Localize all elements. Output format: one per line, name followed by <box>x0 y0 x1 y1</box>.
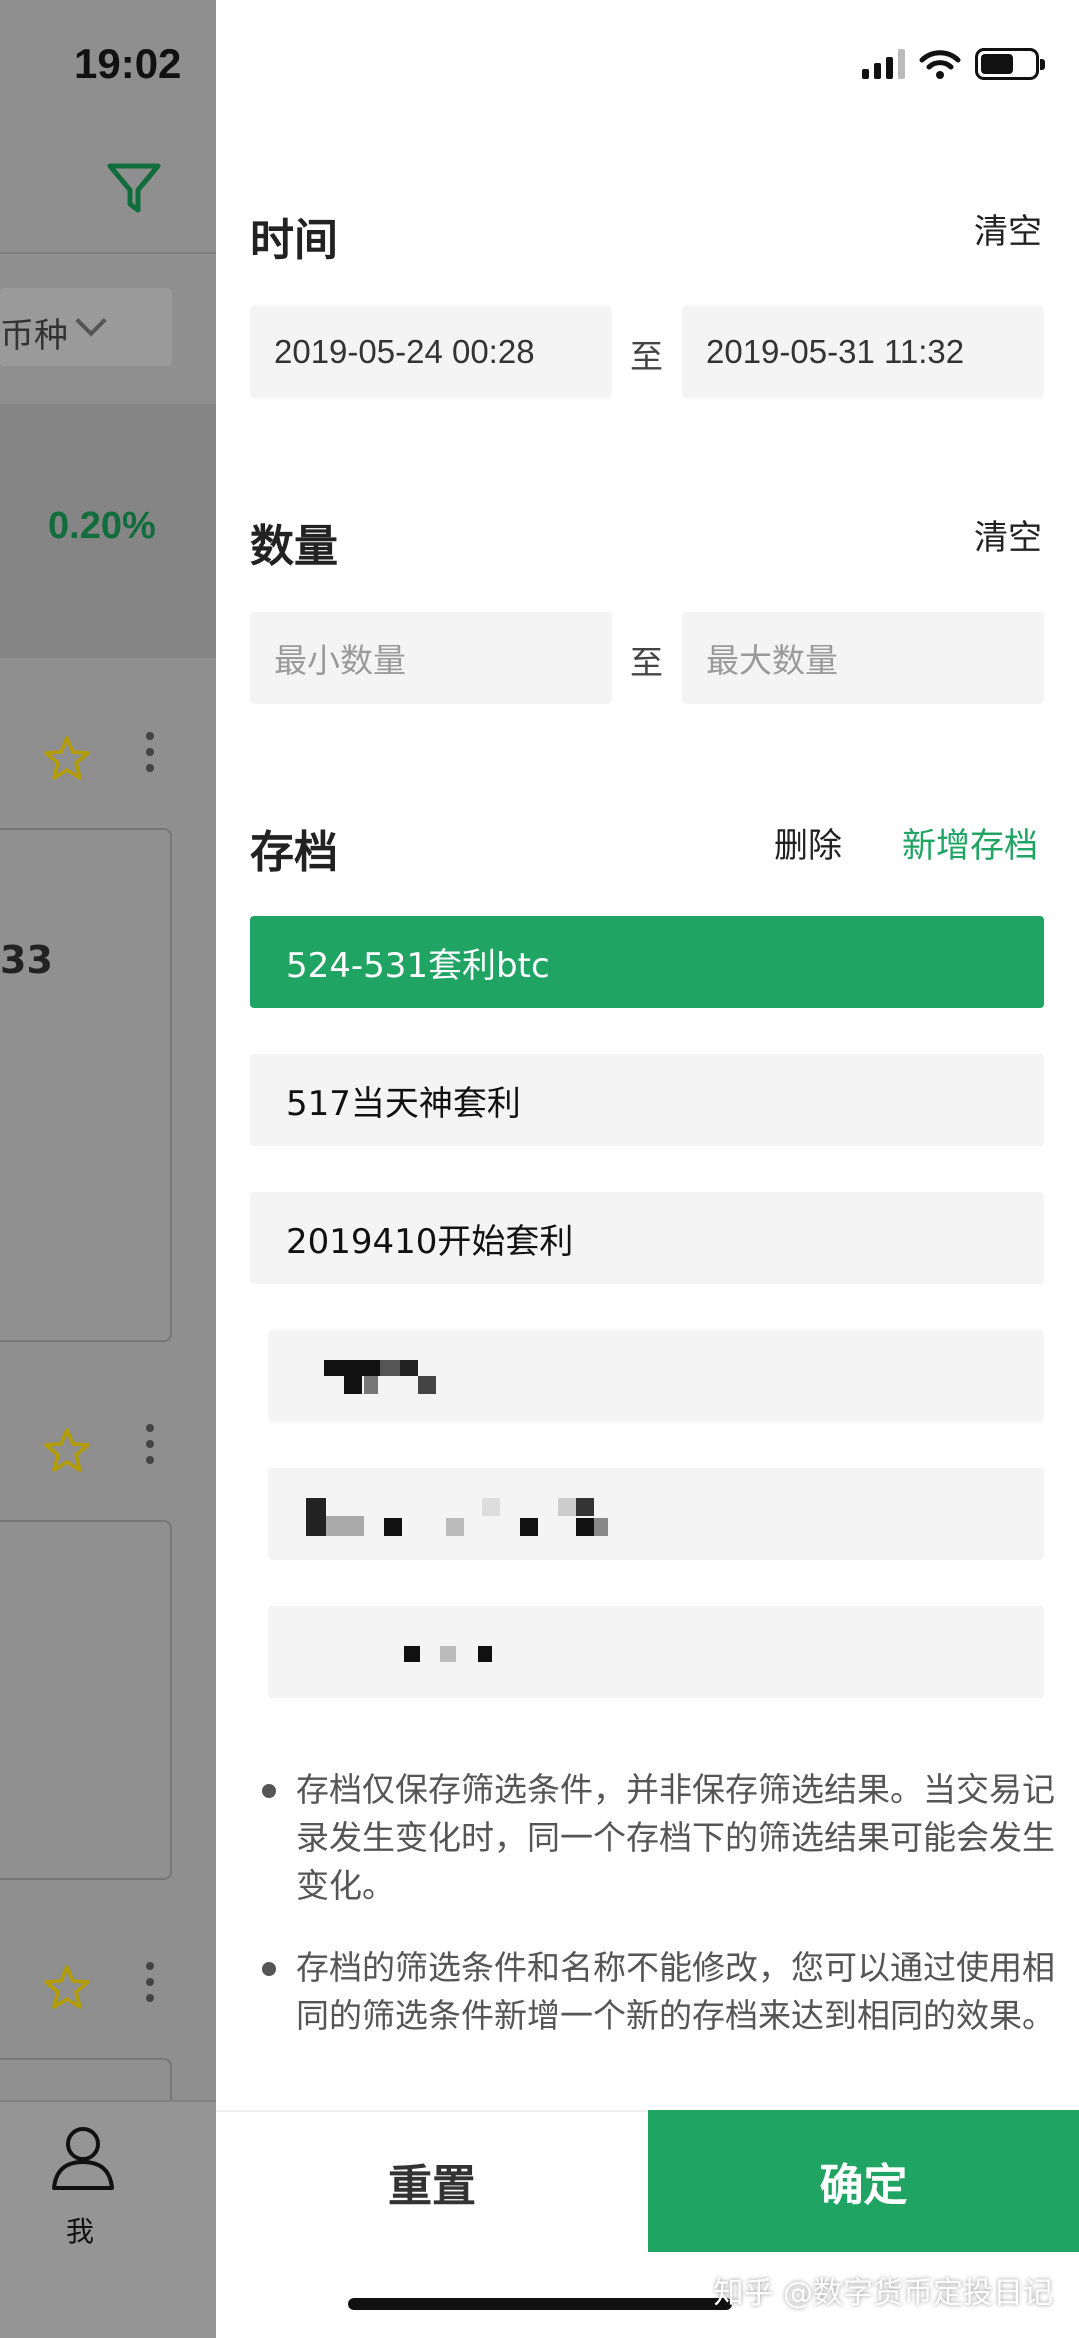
filter-drawer: 时间 清空 2019-05-24 00:28 至 2019-05-31 11:3… <box>216 0 1079 2338</box>
battery-icon <box>975 48 1045 80</box>
star-icon <box>44 736 90 780</box>
cellular-signal-icon <box>862 49 905 79</box>
archive-item[interactable]: 2019410开始套利 <box>250 1192 1044 1284</box>
bullet-icon <box>262 1784 276 1798</box>
end-time-field[interactable]: 2019-05-31 11:32 <box>682 306 1044 398</box>
quantity-range-separator: 至 <box>630 643 663 682</box>
time-clear-button[interactable]: 清空 <box>974 204 1042 253</box>
background-app: 19:02 币种 0.20% 33 我 <box>0 0 216 2338</box>
change-percent: 0.20% <box>48 505 156 547</box>
reset-button[interactable]: 重置 <box>216 2110 648 2252</box>
note-text: 存档的筛选条件和名称不能修改，您可以通过使用相同的筛选条件新增一个新的存档来达到… <box>296 1948 1055 2035</box>
chevron-down-icon <box>75 305 107 337</box>
wifi-icon <box>919 50 961 79</box>
quantity-clear-button[interactable]: 清空 <box>974 510 1042 559</box>
min-quantity-field[interactable]: 最小数量 <box>250 612 612 704</box>
archive-item[interactable]: 517当天神套利 <box>250 1054 1044 1146</box>
add-archive-button[interactable]: 新增存档 <box>902 818 1038 867</box>
person-icon <box>52 2127 114 2190</box>
note-item: 存档仅保存筛选条件，并非保存筛选结果。当交易记录发生变化时，同一个存档下的筛选结… <box>250 1766 1060 1910</box>
record-card <box>0 828 172 1342</box>
coin-filter-label: 币种 <box>0 316 68 356</box>
quantity-section-title: 数量 <box>250 521 338 572</box>
note-text: 存档仅保存筛选条件，并非保存筛选结果。当交易记录发生变化时，同一个存档下的筛选结… <box>296 1770 1055 1905</box>
archive-item-selected[interactable]: 524-531套利btc <box>250 916 1044 1008</box>
more-icon <box>146 1424 154 1472</box>
more-icon <box>146 732 154 780</box>
star-icon <box>44 1965 90 2009</box>
time-range-separator: 至 <box>630 337 663 376</box>
start-time-field[interactable]: 2019-05-24 00:28 <box>250 306 612 398</box>
status-time: 19:02 <box>74 40 182 87</box>
archive-item-redacted[interactable] <box>268 1468 1044 1560</box>
archive-delete-button[interactable]: 删除 <box>774 818 842 867</box>
archive-item-redacted[interactable] <box>268 1606 1044 1698</box>
note-item: 存档的筛选条件和名称不能修改，您可以通过使用相同的筛选条件新增一个新的存档来达到… <box>250 1944 1060 2040</box>
bullet-icon <box>262 1962 276 1976</box>
archive-section-title: 存档 <box>250 827 338 878</box>
max-quantity-field[interactable]: 最大数量 <box>682 612 1044 704</box>
confirm-button[interactable]: 确定 <box>648 2110 1079 2252</box>
star-icon <box>44 1428 90 1472</box>
tab-me-label: 我 <box>66 2215 95 2248</box>
archive-item-redacted[interactable] <box>268 1330 1044 1422</box>
status-icons <box>862 48 1045 80</box>
time-section-title: 时间 <box>250 215 338 266</box>
filter-icon <box>107 163 161 213</box>
archive-notes: 存档仅保存筛选条件，并非保存筛选结果。当交易记录发生变化时，同一个存档下的筛选结… <box>250 1766 1060 2066</box>
record-card <box>0 1520 172 1880</box>
record-number: 33 <box>0 938 53 982</box>
watermark: 知乎 @数字货币定投日记 <box>713 2276 1053 2311</box>
coin-filter: 币种 <box>0 288 172 366</box>
home-indicator[interactable] <box>348 2298 732 2310</box>
more-icon <box>146 1962 154 2010</box>
